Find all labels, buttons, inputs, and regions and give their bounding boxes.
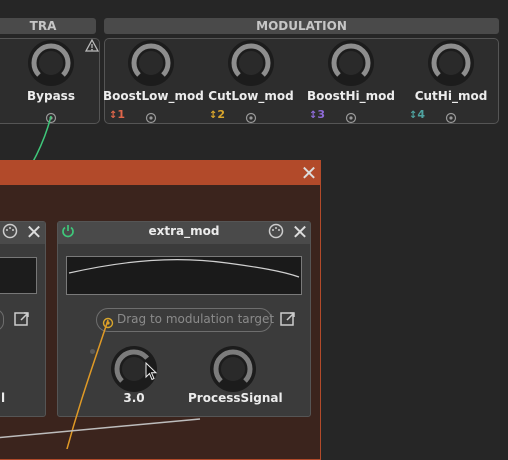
power-icon[interactable] xyxy=(60,223,76,239)
drag-to-modulation-target[interactable]: Drag to modulation target xyxy=(96,308,275,332)
modulation-section-header: MODULATION xyxy=(104,18,499,34)
bypass-label: Bypass xyxy=(27,89,75,103)
rate-value-label: 3.0 xyxy=(123,391,145,405)
bypass-knob[interactable] xyxy=(28,40,74,86)
open-editor-icon[interactable] xyxy=(279,310,297,328)
left-device-close-button[interactable]: ✕ xyxy=(24,222,44,242)
macro-index: 2 xyxy=(217,108,226,121)
macro-label-4: CutHi_mod xyxy=(414,89,488,103)
mouse-cursor-icon xyxy=(145,361,159,382)
macro-knob-1[interactable] xyxy=(128,40,174,86)
macro-mod-target-icon-2[interactable] xyxy=(245,109,257,124)
macro-label-3: BoostHi_mod xyxy=(306,89,395,103)
left-device-param-label: l xyxy=(0,391,6,405)
macro-knob-3[interactable] xyxy=(328,40,374,86)
modulation-section-label: MODULATION xyxy=(256,19,347,33)
macro-label-1: BoostLow_mod xyxy=(103,89,204,103)
macro-mod-source-4[interactable]: ↕4 xyxy=(409,108,425,121)
macro-mod-source-3[interactable]: ↕3 xyxy=(309,108,325,121)
container-close-button[interactable]: ✕ xyxy=(299,163,319,183)
device-title: extra_mod xyxy=(148,224,220,238)
macro-index: 1 xyxy=(117,108,126,121)
waveform-curve xyxy=(68,259,300,278)
extra-section-header: TRA xyxy=(0,18,96,34)
macro-mod-source-1[interactable]: ↕1 xyxy=(109,108,125,121)
device-close-button[interactable]: ✕ xyxy=(290,222,310,242)
macro-mod-target-icon-4[interactable] xyxy=(445,109,457,124)
macro-index: 3 xyxy=(317,108,326,121)
left-device-display xyxy=(0,257,37,294)
process-signal-label: ProcessSignal xyxy=(188,391,283,405)
device-preset-icon[interactable] xyxy=(268,223,284,239)
macro-mod-target-icon-3[interactable] xyxy=(345,109,357,124)
waveform-display xyxy=(66,256,302,295)
macro-knob-2[interactable] xyxy=(228,40,274,86)
mod-dot-indicator xyxy=(90,349,95,354)
warning-icon xyxy=(84,38,100,52)
drag-label: Drag to modulation target xyxy=(117,312,275,326)
extra-section-label: TRA xyxy=(29,19,57,33)
macro-mod-target-icon-1[interactable] xyxy=(145,109,157,124)
left-device-preset-icon[interactable] xyxy=(2,223,18,239)
bypass-mod-target-icon[interactable] xyxy=(45,109,57,124)
drag-handle-icon[interactable] xyxy=(102,314,114,329)
macro-index: 4 xyxy=(417,108,426,121)
device-container-header xyxy=(0,161,320,185)
process-signal-knob[interactable] xyxy=(210,346,256,392)
macro-label-2: CutLow_mod xyxy=(208,89,294,103)
left-device-open-icon[interactable] xyxy=(13,310,31,328)
macro-mod-source-2[interactable]: ↕2 xyxy=(209,108,225,121)
macro-knob-4[interactable] xyxy=(428,40,474,86)
